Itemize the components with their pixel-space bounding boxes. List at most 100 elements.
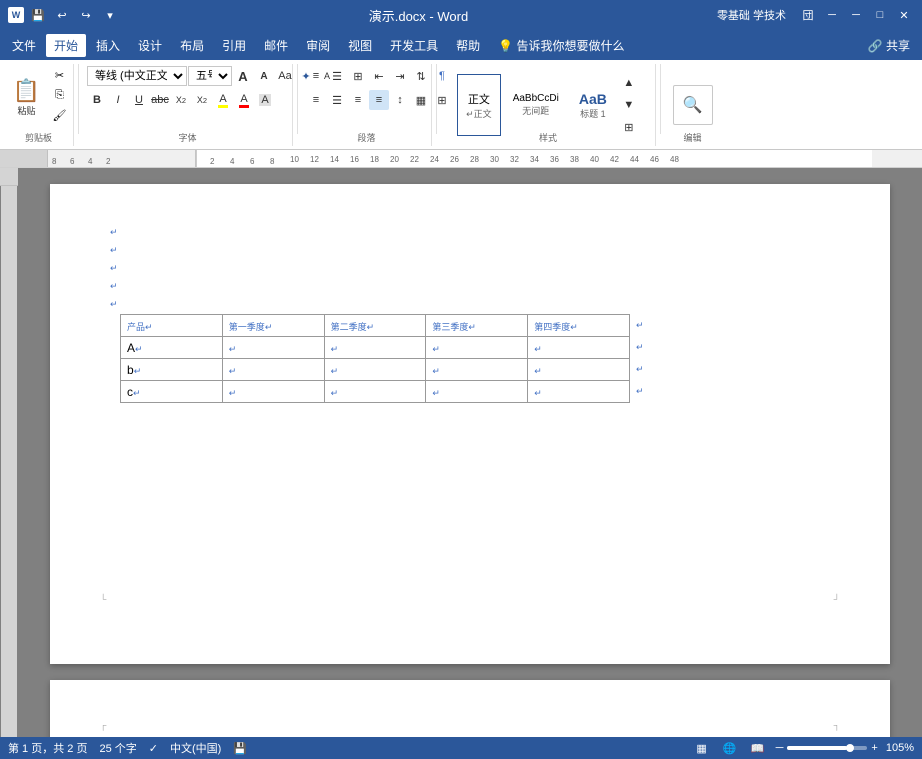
increase-indent-button[interactable]: ⇥ <box>390 66 410 86</box>
font-color-button[interactable]: A <box>234 90 254 110</box>
cell-h1-q3[interactable]: 第三季度↵ <box>426 315 528 337</box>
print-layout-view-button[interactable]: ▦ <box>692 740 712 756</box>
bold-button[interactable]: B <box>87 90 107 110</box>
menu-insert[interactable]: 插入 <box>88 34 128 57</box>
underline-button[interactable]: U <box>129 90 149 110</box>
web-layout-view-button[interactable]: 🌐 <box>720 740 740 756</box>
cut-button[interactable]: ✂ <box>49 66 71 85</box>
restore-button[interactable]: □ <box>870 5 890 25</box>
ribbon-group-clipboard: 📋 粘贴 ✂ ⎘ 🖌 剪贴板 <box>4 64 74 146</box>
menu-tell-me[interactable]: 💡 告诉我你想要做什么 <box>490 34 632 57</box>
cell-b-q1[interactable]: ↵ <box>222 359 324 381</box>
menu-developer[interactable]: 开发工具 <box>382 34 446 57</box>
zoom-in-button[interactable]: + <box>871 742 877 754</box>
multilevel-list-button[interactable]: ⊞ <box>348 66 368 86</box>
para-row1: ≡ ☰ ⊞ ⇤ ⇥ ⇅ ¶ <box>306 66 452 86</box>
font-size-select[interactable]: 五号 <box>188 66 232 86</box>
justify-button[interactable]: ≡ <box>369 90 389 110</box>
format-painter-button[interactable]: 🖌 <box>49 106 71 125</box>
customize-button[interactable]: ▾ <box>100 5 120 25</box>
svg-text:14: 14 <box>330 155 339 164</box>
cell-c-q3[interactable]: ↵ <box>426 381 528 403</box>
close-button[interactable]: ✕ <box>894 5 914 25</box>
style-none-item[interactable]: AaBbCcDi 无间距 <box>505 74 567 136</box>
zoom-bar[interactable] <box>787 746 867 750</box>
menu-review[interactable]: 审阅 <box>298 34 338 57</box>
numbering-button[interactable]: ☰ <box>327 66 347 86</box>
align-left-button[interactable]: ≡ <box>306 90 326 110</box>
document-area[interactable]: ↵ ↵ ↵ ↵ ↵ 产品↵ 第一季度↵ 第二季度↵ 第三季度↵ 第四季度↵ ↵ … <box>18 168 922 737</box>
zoom-control[interactable]: ─ + <box>776 742 878 754</box>
minimize-button[interactable]: ─ <box>846 5 866 25</box>
paste-button[interactable]: 📋 粘贴 <box>7 66 47 128</box>
strikethrough-button[interactable]: abc <box>150 90 170 110</box>
cell-c-q2[interactable]: ↵ <box>324 381 426 403</box>
sort-button[interactable]: ⇅ <box>411 66 431 86</box>
cell-c-product[interactable]: c↵ <box>121 381 223 403</box>
cell-a-q3[interactable]: ↵ <box>426 337 528 359</box>
cell-a-q1[interactable]: ↵ <box>222 337 324 359</box>
align-right-button[interactable]: ≡ <box>348 90 368 110</box>
svg-text:34: 34 <box>530 155 539 164</box>
shading-button[interactable]: A <box>255 90 275 110</box>
align-center-button[interactable]: ☰ <box>327 90 347 110</box>
cell-h1-q1[interactable]: 第一季度↵ <box>222 315 324 337</box>
cell-c-q1[interactable]: ↵ <box>222 381 324 403</box>
menu-view[interactable]: 视图 <box>340 34 380 57</box>
style-normal-item[interactable]: 正文 ↵正文 <box>457 74 501 136</box>
cell-b-q2[interactable]: ↵ <box>324 359 426 381</box>
undo-button[interactable]: ↩ <box>52 5 72 25</box>
menu-help[interactable]: 帮助 <box>448 34 488 57</box>
menu-file[interactable]: 文件 <box>4 34 44 57</box>
cell-c-q4[interactable]: ↵ <box>528 381 630 403</box>
menu-design[interactable]: 设计 <box>130 34 170 57</box>
change-case-button[interactable]: Aa <box>275 66 295 86</box>
cell-a-product[interactable]: A↵ <box>121 337 223 359</box>
zoom-handle <box>846 744 854 752</box>
font-name-select[interactable]: 等线 (中文正文) <box>87 66 187 86</box>
para-5: ↵ <box>110 296 830 314</box>
cell-b-q4[interactable]: ↵ <box>528 359 630 381</box>
cell-a-q4[interactable]: ↵ <box>528 337 630 359</box>
ribbon-collapse-button[interactable]: ─ <box>822 5 842 25</box>
menu-mailings[interactable]: 邮件 <box>256 34 296 57</box>
read-view-button[interactable]: 📖 <box>748 740 768 756</box>
svg-text:26: 26 <box>450 155 459 164</box>
menu-references[interactable]: 引用 <box>214 34 254 57</box>
cell-a-q2[interactable]: ↵ <box>324 337 426 359</box>
shading-para-button[interactable]: ▦ <box>411 90 431 110</box>
menu-layout[interactable]: 布局 <box>172 34 212 57</box>
save-button[interactable]: 💾 <box>28 5 48 25</box>
copy-button[interactable]: ⎘ <box>49 86 71 105</box>
cell-h1-product[interactable]: 产品↵ <box>121 315 223 337</box>
styles-scroll-up[interactable]: ▲ <box>619 73 639 93</box>
ribbon-group-styles: 正文 ↵正文 AaBbCcDi 无间距 AaB 标题 1 ▲ ▼ ⊞ 样式 <box>441 64 656 146</box>
redo-button[interactable]: ↪ <box>76 5 96 25</box>
style-h1-item[interactable]: AaB 标题 1 <box>571 74 615 136</box>
svg-text:48: 48 <box>670 155 679 164</box>
menu-home[interactable]: 开始 <box>46 34 86 57</box>
styles-scroll-down[interactable]: ▼ <box>619 95 639 115</box>
italic-button[interactable]: I <box>108 90 128 110</box>
team-icon[interactable]: 団 <box>798 5 818 25</box>
cell-b-product[interactable]: b↵ <box>121 359 223 381</box>
title-bar-left: W 💾 ↩ ↪ ▾ <box>8 5 120 25</box>
zoom-out-button[interactable]: ─ <box>776 742 784 754</box>
styles-label: 样式 <box>441 131 655 144</box>
decrease-font-button[interactable]: A <box>254 66 274 86</box>
share-button[interactable]: 🔗 共享 <box>860 34 918 57</box>
search-button[interactable]: 🔍 <box>673 85 713 125</box>
increase-font-button[interactable]: A <box>233 66 253 86</box>
decrease-indent-button[interactable]: ⇤ <box>369 66 389 86</box>
superscript-button[interactable]: X2 <box>192 90 212 110</box>
line-spacing-button[interactable]: ↕ <box>390 90 410 110</box>
para-mark-1: ↵ <box>110 227 118 237</box>
cell-h1-q4[interactable]: 第四季度↵ <box>528 315 630 337</box>
svg-text:8: 8 <box>52 157 57 166</box>
doc-wrapper: ↵ ↵ ↵ ↵ ↵ 产品↵ 第一季度↵ 第二季度↵ 第三季度↵ 第四季度↵ ↵ … <box>0 168 922 737</box>
cell-h1-q2[interactable]: 第二季度↵ <box>324 315 426 337</box>
text-highlight-button[interactable]: A <box>213 90 233 110</box>
cell-b-q3[interactable]: ↵ <box>426 359 528 381</box>
subscript-button[interactable]: X2 <box>171 90 191 110</box>
bullets-button[interactable]: ≡ <box>306 66 326 86</box>
